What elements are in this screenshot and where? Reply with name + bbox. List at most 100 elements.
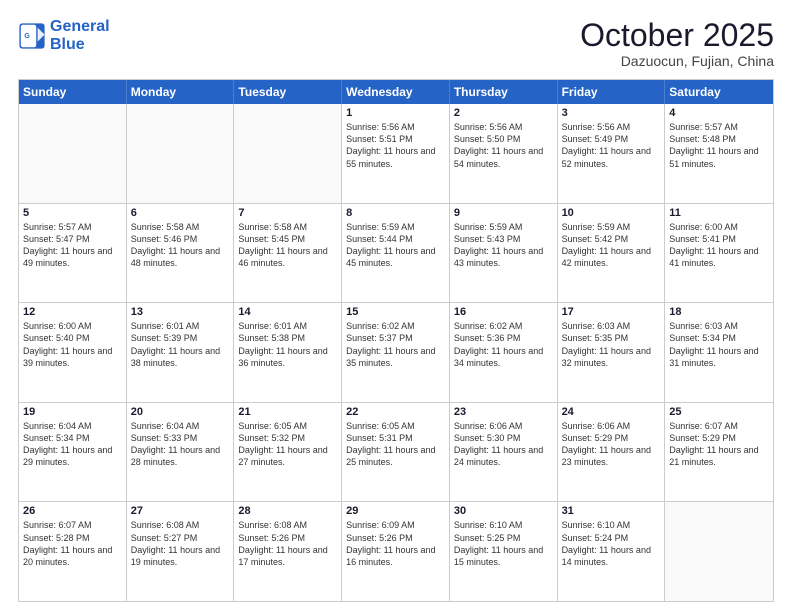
empty-cell-r0c1 xyxy=(127,104,235,203)
cell-info: Sunrise: 6:03 AM Sunset: 5:34 PM Dayligh… xyxy=(669,320,769,369)
day-cell-4: 4 Sunrise: 5:57 AM Sunset: 5:48 PM Daylig… xyxy=(665,104,773,203)
cell-info: Sunrise: 6:10 AM Sunset: 5:24 PM Dayligh… xyxy=(562,519,661,568)
cell-info: Sunrise: 5:59 AM Sunset: 5:42 PM Dayligh… xyxy=(562,221,661,270)
weekday-header-friday: Friday xyxy=(558,80,666,104)
day-cell-16: 16Sunrise: 6:02 AM Sunset: 5:36 PM Dayli… xyxy=(450,303,558,402)
day-number: 21 xyxy=(238,406,337,418)
day-number: 13 xyxy=(131,306,230,318)
cell-info: Sunrise: 6:01 AM Sunset: 5:39 PM Dayligh… xyxy=(131,320,230,369)
calendar-row-4: 26 Sunrise: 6:07 AM Sunset: 5:28 PM Dayli… xyxy=(19,501,773,601)
day-number: 11 xyxy=(669,207,769,219)
weekday-header-sunday: Sunday xyxy=(19,80,127,104)
day-cell-11: 11 Sunrise: 6:00 AM Sunset: 5:41 PM Dayli… xyxy=(665,204,773,303)
day-cell-2: 2 Sunrise: 5:56 AM Sunset: 5:50 PM Daylig… xyxy=(450,104,558,203)
cell-info: Sunrise: 6:04 AM Sunset: 5:34 PM Dayligh… xyxy=(23,420,122,469)
cell-info: Sunrise: 6:07 AM Sunset: 5:29 PM Dayligh… xyxy=(669,420,769,469)
day-cell-14: 14 Sunrise: 6:01 AM Sunset: 5:38 PM Dayli… xyxy=(234,303,342,402)
weekday-header-saturday: Saturday xyxy=(665,80,773,104)
calendar-row-3: 19 Sunrise: 6:04 AM Sunset: 5:34 PM Dayli… xyxy=(19,402,773,502)
day-cell-21: 21 Sunrise: 6:05 AM Sunset: 5:32 PM Dayli… xyxy=(234,403,342,502)
cell-info: Sunrise: 5:57 AM Sunset: 5:47 PM Dayligh… xyxy=(23,221,122,270)
day-cell-9: 9 Sunrise: 5:59 AM Sunset: 5:43 PM Daylig… xyxy=(450,204,558,303)
day-number: 9 xyxy=(454,207,553,219)
day-cell-25: 25Sunrise: 6:07 AM Sunset: 5:29 PM Dayli… xyxy=(665,403,773,502)
month-title: October 2025 xyxy=(580,18,774,53)
day-number: 4 xyxy=(669,107,769,119)
empty-cell-r4c6 xyxy=(665,502,773,601)
cell-info: Sunrise: 6:04 AM Sunset: 5:33 PM Dayligh… xyxy=(131,420,230,469)
day-cell-18: 18Sunrise: 6:03 AM Sunset: 5:34 PM Dayli… xyxy=(665,303,773,402)
day-number: 23 xyxy=(454,406,553,418)
logo-text-block: General Blue xyxy=(50,18,110,53)
day-number: 17 xyxy=(562,306,661,318)
day-cell-8: 8 Sunrise: 5:59 AM Sunset: 5:44 PM Daylig… xyxy=(342,204,450,303)
day-number: 20 xyxy=(131,406,230,418)
day-cell-27: 27 Sunrise: 6:08 AM Sunset: 5:27 PM Dayli… xyxy=(127,502,235,601)
cell-info: Sunrise: 5:58 AM Sunset: 5:45 PM Dayligh… xyxy=(238,221,337,270)
cell-info: Sunrise: 5:59 AM Sunset: 5:44 PM Dayligh… xyxy=(346,221,445,270)
day-number: 2 xyxy=(454,107,553,119)
cell-info: Sunrise: 6:08 AM Sunset: 5:26 PM Dayligh… xyxy=(238,519,337,568)
day-cell-23: 23 Sunrise: 6:06 AM Sunset: 5:30 PM Dayli… xyxy=(450,403,558,502)
day-number: 22 xyxy=(346,406,445,418)
day-number: 7 xyxy=(238,207,337,219)
day-number: 8 xyxy=(346,207,445,219)
weekday-header-thursday: Thursday xyxy=(450,80,558,104)
weekday-header-tuesday: Tuesday xyxy=(234,80,342,104)
day-number: 26 xyxy=(23,505,122,517)
day-cell-1: 1 Sunrise: 5:56 AM Sunset: 5:51 PM Daylig… xyxy=(342,104,450,203)
day-number: 27 xyxy=(131,505,230,517)
cell-info: Sunrise: 5:56 AM Sunset: 5:49 PM Dayligh… xyxy=(562,121,661,170)
day-cell-26: 26 Sunrise: 6:07 AM Sunset: 5:28 PM Dayli… xyxy=(19,502,127,601)
day-number: 28 xyxy=(238,505,337,517)
cell-info: Sunrise: 5:59 AM Sunset: 5:43 PM Dayligh… xyxy=(454,221,553,270)
day-cell-12: 12 Sunrise: 6:00 AM Sunset: 5:40 PM Dayli… xyxy=(19,303,127,402)
day-cell-17: 17 Sunrise: 6:03 AM Sunset: 5:35 PM Dayli… xyxy=(558,303,666,402)
day-number: 3 xyxy=(562,107,661,119)
day-cell-29: 29Sunrise: 6:09 AM Sunset: 5:26 PM Dayli… xyxy=(342,502,450,601)
cell-info: Sunrise: 6:03 AM Sunset: 5:35 PM Dayligh… xyxy=(562,320,661,369)
cell-info: Sunrise: 6:09 AM Sunset: 5:26 PM Dayligh… xyxy=(346,519,445,568)
header: G General Blue October 2025 Dazuocun, Fu… xyxy=(18,18,774,69)
day-cell-19: 19 Sunrise: 6:04 AM Sunset: 5:34 PM Dayli… xyxy=(19,403,127,502)
cell-info: Sunrise: 6:00 AM Sunset: 5:41 PM Dayligh… xyxy=(669,221,769,270)
day-cell-7: 7 Sunrise: 5:58 AM Sunset: 5:45 PM Daylig… xyxy=(234,204,342,303)
day-number: 31 xyxy=(562,505,661,517)
cell-info: Sunrise: 6:07 AM Sunset: 5:28 PM Dayligh… xyxy=(23,519,122,568)
calendar-row-2: 12 Sunrise: 6:00 AM Sunset: 5:40 PM Dayli… xyxy=(19,302,773,402)
cell-info: Sunrise: 6:00 AM Sunset: 5:40 PM Dayligh… xyxy=(23,320,122,369)
calendar-page: G General Blue October 2025 Dazuocun, Fu… xyxy=(0,0,792,612)
cell-info: Sunrise: 6:05 AM Sunset: 5:32 PM Dayligh… xyxy=(238,420,337,469)
calendar-row-1: 5Sunrise: 5:57 AM Sunset: 5:47 PM Daylig… xyxy=(19,203,773,303)
logo-general: General xyxy=(50,18,110,35)
cell-info: Sunrise: 5:57 AM Sunset: 5:48 PM Dayligh… xyxy=(669,121,769,170)
weekday-header-wednesday: Wednesday xyxy=(342,80,450,104)
logo-icon: G xyxy=(18,22,46,50)
location: Dazuocun, Fujian, China xyxy=(580,53,774,69)
weekday-header-monday: Monday xyxy=(127,80,235,104)
calendar-row-0: 1 Sunrise: 5:56 AM Sunset: 5:51 PM Daylig… xyxy=(19,104,773,203)
day-number: 1 xyxy=(346,107,445,119)
day-number: 6 xyxy=(131,207,230,219)
day-cell-31: 31 Sunrise: 6:10 AM Sunset: 5:24 PM Dayli… xyxy=(558,502,666,601)
day-cell-28: 28 Sunrise: 6:08 AM Sunset: 5:26 PM Dayli… xyxy=(234,502,342,601)
cell-info: Sunrise: 6:10 AM Sunset: 5:25 PM Dayligh… xyxy=(454,519,553,568)
day-number: 12 xyxy=(23,306,122,318)
cell-info: Sunrise: 6:06 AM Sunset: 5:29 PM Dayligh… xyxy=(562,420,661,469)
day-number: 19 xyxy=(23,406,122,418)
cell-info: Sunrise: 6:06 AM Sunset: 5:30 PM Dayligh… xyxy=(454,420,553,469)
cell-info: Sunrise: 5:56 AM Sunset: 5:50 PM Dayligh… xyxy=(454,121,553,170)
day-cell-24: 24Sunrise: 6:06 AM Sunset: 5:29 PM Dayli… xyxy=(558,403,666,502)
day-number: 14 xyxy=(238,306,337,318)
cell-info: Sunrise: 5:58 AM Sunset: 5:46 PM Dayligh… xyxy=(131,221,230,270)
cell-info: Sunrise: 6:02 AM Sunset: 5:36 PM Dayligh… xyxy=(454,320,553,369)
cell-info: Sunrise: 5:56 AM Sunset: 5:51 PM Dayligh… xyxy=(346,121,445,170)
day-number: 15 xyxy=(346,306,445,318)
cell-info: Sunrise: 6:08 AM Sunset: 5:27 PM Dayligh… xyxy=(131,519,230,568)
day-cell-30: 30Sunrise: 6:10 AM Sunset: 5:25 PM Dayli… xyxy=(450,502,558,601)
day-number: 10 xyxy=(562,207,661,219)
empty-cell-r0c0 xyxy=(19,104,127,203)
logo-blue: Blue xyxy=(50,36,110,54)
cell-info: Sunrise: 6:01 AM Sunset: 5:38 PM Dayligh… xyxy=(238,320,337,369)
day-cell-13: 13 Sunrise: 6:01 AM Sunset: 5:39 PM Dayli… xyxy=(127,303,235,402)
